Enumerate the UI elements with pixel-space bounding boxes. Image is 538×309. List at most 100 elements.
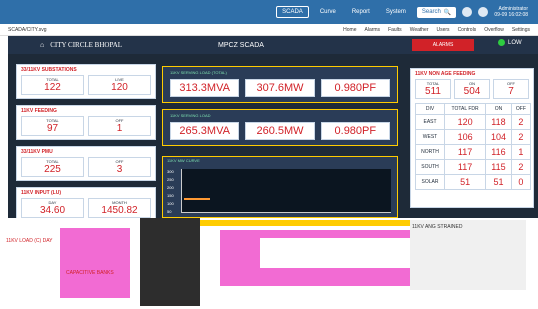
link-alarms[interactable]: Alarms bbox=[365, 27, 381, 33]
y-tick: 200 bbox=[167, 185, 174, 190]
input-card: 11KV INPUT (LU) DAY 34.60 MONTH 1450.82 bbox=[16, 187, 156, 222]
status-text: LOW bbox=[508, 39, 522, 46]
column-header: ON bbox=[485, 103, 512, 115]
search-icon: 🔍 bbox=[443, 9, 452, 16]
row-total: 117 bbox=[444, 144, 487, 160]
breadcrumb-bar: SCADA/CITY.svg Home Alarms Faults Weathe… bbox=[0, 24, 538, 36]
row-total: 51 bbox=[444, 174, 487, 190]
y-tick: 50 bbox=[167, 209, 172, 214]
panel2-pf: 0.980PF bbox=[320, 122, 390, 140]
table-row: EAST 120 118 2 bbox=[414, 114, 532, 130]
substations-card: 33/11KV SUBSTATIONS TOTAL 122 LIVE 120 bbox=[16, 64, 156, 99]
panel2-mva: 265.3MVA bbox=[170, 122, 240, 140]
feeding-total: 97 bbox=[46, 123, 59, 134]
serving-load-total-panel: 11KV SERVING LOAD (TOTAL) 313.3MVA 307.6… bbox=[162, 66, 398, 103]
pmu-off: 3 bbox=[116, 164, 123, 175]
link-controls[interactable]: Controls bbox=[458, 27, 477, 33]
quick-links: Home Alarms Faults Weather Users Control… bbox=[343, 27, 530, 33]
input-title: 11KV INPUT (LU) bbox=[21, 190, 62, 196]
row-total: 106 bbox=[444, 129, 487, 145]
row-div: EAST bbox=[414, 114, 446, 130]
row-total: 120 bbox=[444, 114, 487, 130]
non-age-off: 7 bbox=[508, 86, 514, 97]
panel1-title: 11KV SERVING LOAD (TOTAL) bbox=[170, 70, 227, 75]
curve-line bbox=[184, 198, 210, 200]
y-tick: 250 bbox=[167, 177, 174, 182]
nav-curve[interactable]: Curve bbox=[315, 7, 341, 17]
curve-plot-area bbox=[181, 169, 391, 213]
input-day: 34.60 bbox=[39, 205, 66, 216]
table-row: WEST 106 104 2 bbox=[414, 129, 532, 145]
city-title: ⌂ CITY CIRCLE BHOPAL bbox=[40, 41, 122, 49]
glitch-block bbox=[410, 220, 526, 290]
link-home[interactable]: Home bbox=[343, 27, 356, 33]
panel1-mva: 313.3MVA bbox=[170, 79, 240, 97]
panel1-mw: 307.6MW bbox=[245, 79, 315, 97]
link-settings[interactable]: Settings bbox=[512, 27, 530, 33]
home-icon[interactable]: ⌂ bbox=[40, 41, 44, 49]
non-age-title: 11KV NON AGE FEEDING bbox=[415, 71, 476, 77]
pmu-card: 33/11KV PMU TOTAL 225 OFF 3 bbox=[16, 146, 156, 181]
user-time: 09-09 16:02:08 bbox=[494, 12, 528, 18]
search-label: Search bbox=[421, 9, 441, 15]
row-off: 1 bbox=[510, 144, 532, 160]
row-on: 104 bbox=[485, 129, 512, 145]
row-div: SOLAR bbox=[414, 174, 446, 190]
link-weather[interactable]: Weather bbox=[410, 27, 429, 33]
substations-title: 33/11KV SUBSTATIONS bbox=[21, 67, 77, 73]
input-month: 1450.82 bbox=[101, 205, 138, 216]
row-off: 0 bbox=[510, 174, 532, 190]
row-on: 51 bbox=[485, 174, 512, 190]
panel2-mw: 260.5MW bbox=[245, 122, 315, 140]
division-table: DIV TOTAL FDR ON OFF EAST 120 118 2 WEST… bbox=[414, 103, 532, 190]
link-faults[interactable]: Faults bbox=[388, 27, 402, 33]
row-div: SOUTH bbox=[414, 159, 446, 175]
substations-live: 120 bbox=[111, 82, 128, 93]
panel1-pf: 0.980PF bbox=[320, 79, 390, 97]
middle-column: 11KV SERVING LOAD (TOTAL) 313.3MVA 307.6… bbox=[162, 66, 398, 152]
dashboard-header: ⌂ CITY CIRCLE BHOPAL MPCZ SCADA ALARMS L… bbox=[8, 36, 538, 54]
user-icon[interactable] bbox=[478, 7, 489, 17]
row-off: 2 bbox=[510, 159, 532, 175]
alarm-indicator[interactable]: ALARMS bbox=[412, 39, 474, 51]
bottom-label-1: 11KV LOAD (C) DAY bbox=[6, 238, 53, 244]
nav-report[interactable]: Report bbox=[347, 7, 375, 17]
mw-curve-panel: 11KV MW CURVE 300 250 200 150 100 50 bbox=[162, 156, 398, 218]
row-off: 2 bbox=[510, 114, 532, 130]
link-users[interactable]: Users bbox=[437, 27, 450, 33]
panel2-title: 11KV SERVING LOAD bbox=[170, 113, 211, 118]
right-column: 11KV NON AGE FEEDING TOTAL 511 ON 504 OFF 7… bbox=[410, 68, 534, 208]
user-info: Administrator 09-09 16:02:08 bbox=[494, 6, 528, 18]
top-nav-bar: SCADA Curve Report System Search 🔍 Admin… bbox=[0, 0, 538, 24]
pmu-title: 33/11KV PMU bbox=[21, 149, 53, 155]
feeding-card: 11KV FEEDING TOTAL 97 OFF 1 bbox=[16, 105, 156, 140]
non-age-total: 511 bbox=[425, 86, 441, 97]
column-header: TOTAL FDR bbox=[444, 103, 487, 115]
breadcrumb: SCADA/CITY.svg bbox=[8, 26, 47, 33]
glitch-block bbox=[140, 218, 200, 306]
bottom-right-label: 11KV ANG STRAINED bbox=[412, 224, 463, 230]
row-off: 2 bbox=[510, 129, 532, 145]
link-overflow[interactable]: Overflow bbox=[484, 27, 504, 33]
status-dot-icon bbox=[498, 39, 505, 46]
pmu-total: 225 bbox=[44, 164, 61, 175]
help-icon[interactable] bbox=[462, 7, 473, 17]
feeding-off: 1 bbox=[116, 123, 123, 134]
corrupted-region: 11KV LOAD (C) DAY CAPACITIVE BANKS 11KV … bbox=[0, 218, 538, 309]
left-column: 33/11KV SUBSTATIONS TOTAL 122 LIVE 120 11K… bbox=[16, 64, 156, 228]
table-row: NORTH 117 116 1 bbox=[414, 144, 532, 160]
row-div: WEST bbox=[414, 129, 446, 145]
y-tick: 100 bbox=[167, 201, 174, 206]
y-tick: 150 bbox=[167, 193, 174, 198]
row-div: NORTH bbox=[414, 144, 446, 160]
row-on: 115 bbox=[485, 159, 512, 175]
nav-scada[interactable]: SCADA bbox=[276, 6, 309, 18]
glitch-block bbox=[60, 228, 130, 298]
nav-system[interactable]: System bbox=[381, 7, 411, 17]
feeding-title: 11KV FEEDING bbox=[21, 108, 57, 114]
table-row: SOLAR 51 51 0 bbox=[414, 174, 532, 190]
page-title: MPCZ SCADA bbox=[218, 41, 264, 49]
row-on: 116 bbox=[485, 144, 512, 160]
non-age-on: 504 bbox=[463, 86, 481, 97]
search-button[interactable]: Search 🔍 bbox=[416, 6, 457, 18]
